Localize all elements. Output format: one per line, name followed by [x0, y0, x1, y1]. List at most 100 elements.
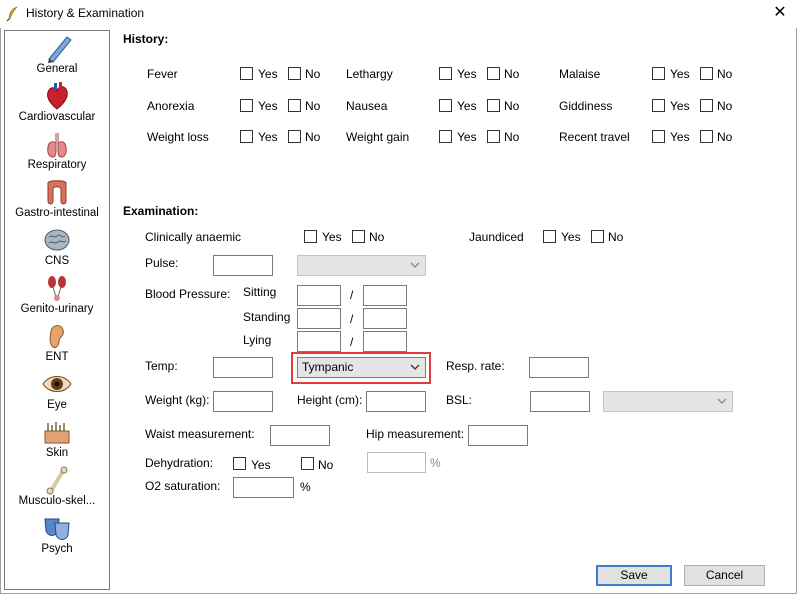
anaemic-yes-checkbox[interactable] [304, 230, 317, 243]
slash-label: / [350, 288, 354, 302]
pencil-icon [48, 36, 72, 63]
sidebar-item-label: Psych [41, 543, 73, 555]
giddiness-no-checkbox[interactable] [700, 99, 713, 112]
jaundiced-label: Jaundiced [469, 230, 524, 244]
sidebar-item-gastro-intestinal[interactable]: Gastro-intestinal [5, 177, 109, 225]
sidebar-item-label: General [36, 63, 78, 75]
malaise-no-checkbox[interactable] [700, 67, 713, 80]
temp-label: Temp: [145, 359, 178, 373]
bp-sitting-diastolic-input[interactable] [363, 285, 407, 306]
history-label-weight-gain: Weight gain [346, 130, 410, 144]
standing-label: Standing [243, 310, 291, 324]
hip-measurement-label: Hip measurement: [366, 427, 465, 441]
resp-rate-input[interactable] [529, 357, 589, 378]
sidebar-item-label: Skin [45, 447, 69, 459]
history-label-recent-travel: Recent travel [559, 130, 630, 144]
nausea-yes-checkbox[interactable] [439, 99, 452, 112]
brain-icon [44, 229, 70, 251]
pulse-input[interactable] [213, 255, 273, 276]
jaundiced-yes-checkbox[interactable] [543, 230, 556, 243]
yes-label: Yes [258, 99, 278, 113]
close-button[interactable]: ✕ [765, 2, 795, 24]
sidebar-item-skin[interactable]: Skin [5, 417, 109, 465]
waist-measurement-input[interactable] [270, 425, 330, 446]
o2-saturation-input[interactable] [233, 477, 294, 498]
nausea-no-checkbox[interactable] [487, 99, 500, 112]
yes-label: Yes [258, 67, 278, 81]
anorexia-yes-checkbox[interactable] [240, 99, 253, 112]
sidebar-item-cns[interactable]: CNS [5, 225, 109, 273]
heart-icon [47, 82, 68, 110]
examination-title: Examination: [123, 204, 199, 218]
lungs-icon [47, 133, 67, 158]
sidebar-item-label: Cardiovascular [18, 111, 96, 123]
anorexia-no-checkbox[interactable] [288, 99, 301, 112]
jaundiced-no-checkbox[interactable] [591, 230, 604, 243]
skin-icon [44, 422, 70, 444]
chevron-down-icon [410, 364, 420, 370]
lethargy-yes-checkbox[interactable] [439, 67, 452, 80]
sidebar-item-general[interactable]: General [5, 33, 109, 81]
dehydration-percent-input[interactable] [367, 452, 426, 473]
sidebar-item-musculo-skeletal[interactable]: Musculo-skel... [5, 465, 109, 513]
yes-label: Yes [457, 130, 477, 144]
sidebar-item-respiratory[interactable]: Respiratory [5, 129, 109, 177]
temp-method-dropdown[interactable]: Tympanic [297, 357, 426, 378]
anaemic-no-checkbox[interactable] [352, 230, 365, 243]
weight-gain-no-checkbox[interactable] [487, 130, 500, 143]
malaise-yes-checkbox[interactable] [652, 67, 665, 80]
sidebar-item-ent[interactable]: ENT [5, 321, 109, 369]
dehydration-yes-checkbox[interactable] [233, 457, 246, 470]
pulse-rhythm-dropdown[interactable] [297, 255, 426, 276]
pulse-label: Pulse: [145, 256, 179, 270]
no-label: No [504, 99, 520, 113]
history-label-giddiness: Giddiness [559, 99, 613, 113]
percent-label: % [300, 480, 311, 494]
feather-app-icon [6, 6, 18, 22]
cancel-button[interactable]: Cancel [684, 565, 765, 586]
giddiness-yes-checkbox[interactable] [652, 99, 665, 112]
lethargy-no-checkbox[interactable] [487, 67, 500, 80]
save-button[interactable]: Save [596, 565, 672, 586]
sidebar-item-genito-urinary[interactable]: Genito-urinary [5, 273, 109, 321]
recent-travel-yes-checkbox[interactable] [652, 130, 665, 143]
ear-icon [49, 325, 64, 348]
bsl-input[interactable] [530, 391, 590, 412]
category-sidebar: General Cardiovascular Respiratory Gastr… [4, 30, 110, 590]
yes-label: Yes [670, 99, 690, 113]
weight-loss-yes-checkbox[interactable] [240, 130, 253, 143]
yes-label: Yes [561, 230, 581, 244]
bp-standing-systolic-input[interactable] [297, 308, 341, 329]
fever-no-checkbox[interactable] [288, 67, 301, 80]
recent-travel-no-checkbox[interactable] [700, 130, 713, 143]
sidebar-item-eye[interactable]: Eye [5, 369, 109, 417]
bp-lying-diastolic-input[interactable] [363, 331, 407, 352]
bsl-label: BSL: [446, 393, 473, 407]
temp-input[interactable] [213, 357, 273, 378]
dehydration-no-checkbox[interactable] [301, 457, 314, 470]
no-label: No [717, 67, 733, 81]
yes-label: Yes [457, 67, 477, 81]
fever-yes-checkbox[interactable] [240, 67, 253, 80]
bp-lying-systolic-input[interactable] [297, 331, 341, 352]
history-label-anorexia: Anorexia [147, 99, 195, 113]
sitting-label: Sitting [243, 285, 277, 299]
weight-input[interactable] [213, 391, 273, 412]
slash-label: / [350, 312, 354, 326]
weight-loss-no-checkbox[interactable] [288, 130, 301, 143]
history-title: History: [123, 32, 169, 46]
percent-label: % [430, 456, 441, 470]
bp-sitting-systolic-input[interactable] [297, 285, 341, 306]
bp-standing-diastolic-input[interactable] [363, 308, 407, 329]
kidney-icon [48, 276, 66, 301]
hip-measurement-input[interactable] [468, 425, 528, 446]
yes-label: Yes [670, 130, 690, 144]
height-input[interactable] [366, 391, 426, 412]
height-label: Height (cm): [297, 393, 363, 407]
sidebar-item-psych[interactable]: Psych [5, 513, 109, 561]
yes-label: Yes [457, 99, 477, 113]
bsl-timing-dropdown[interactable] [603, 391, 733, 412]
sidebar-item-cardiovascular[interactable]: Cardiovascular [5, 81, 109, 129]
chevron-down-icon [410, 262, 420, 268]
weight-gain-yes-checkbox[interactable] [439, 130, 452, 143]
